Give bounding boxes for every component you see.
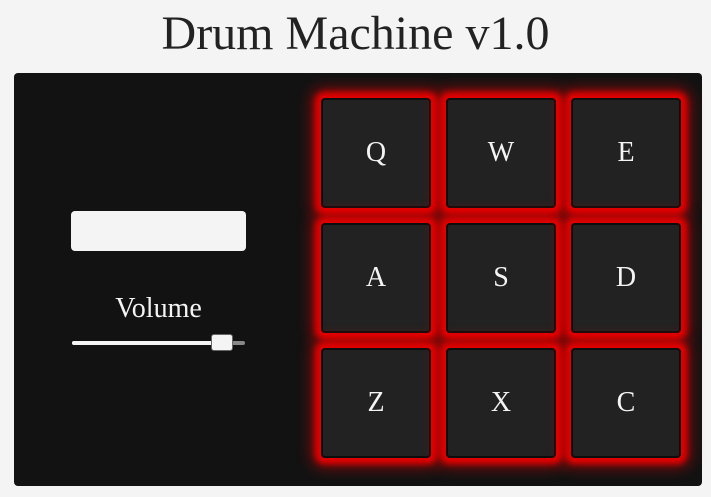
drum-machine: Volume Q W E A S D Z X C — [14, 73, 702, 486]
page-title: Drum Machine v1.0 — [161, 7, 550, 60]
drum-pad-grid: Q W E A S D Z X C — [319, 98, 684, 468]
sound-display — [71, 211, 246, 251]
drum-pad-s[interactable]: S — [446, 223, 556, 333]
drum-pad-x[interactable]: X — [446, 348, 556, 458]
volume-slider-fill — [72, 341, 222, 345]
drum-pad-c[interactable]: C — [571, 348, 681, 458]
drum-pad-z[interactable]: Z — [321, 348, 431, 458]
drum-pad-w[interactable]: W — [446, 98, 556, 208]
drum-pad-e[interactable]: E — [571, 98, 681, 208]
drum-pad-a[interactable]: A — [321, 223, 431, 333]
volume-label: Volume — [115, 293, 202, 324]
volume-slider[interactable] — [72, 334, 245, 351]
drum-pad-q[interactable]: Q — [321, 98, 431, 208]
volume-slider-thumb[interactable] — [210, 334, 233, 351]
drum-pad-d[interactable]: D — [571, 223, 681, 333]
